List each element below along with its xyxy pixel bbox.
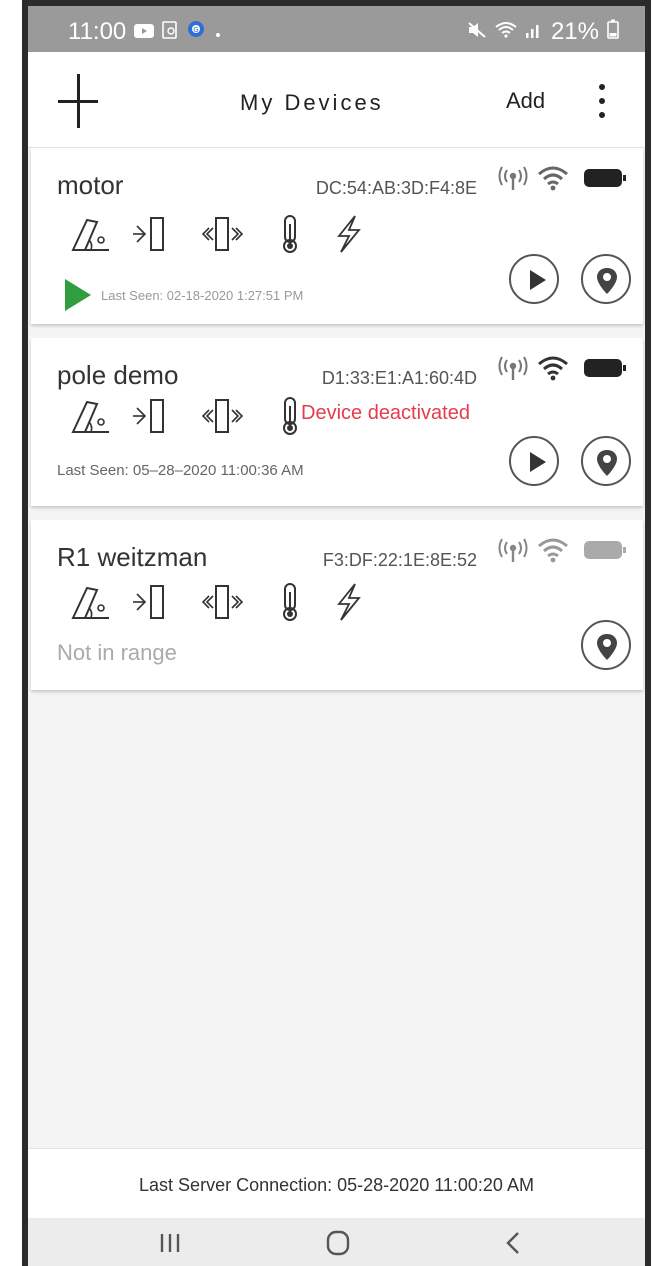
add-device-button[interactable]: Add: [506, 88, 545, 114]
home-icon[interactable]: [318, 1228, 358, 1258]
device-deactivated-text: Device deactivated: [301, 402, 470, 424]
app-bar: My Devices Add: [28, 52, 645, 148]
status-bar: 11:00 G 21%: [28, 0, 645, 52]
server-connection-text: Last Server Connection: 05-28-2020 11:00…: [139, 1175, 534, 1195]
settings-app-icon: G: [186, 18, 206, 46]
status-right: 21%: [467, 18, 619, 46]
tilt-icon: [71, 214, 109, 254]
device-mac: F3:DF:22:1E:8E:52: [322, 550, 477, 570]
broadcast-icon: [497, 356, 529, 382]
phone-screen: 11:00 G 21% My Devices Add motor DC:54:A…: [22, 0, 651, 1266]
vibration-icon: [201, 396, 244, 436]
status-play-icon: [65, 279, 91, 316]
device-mac: DC:54:AB:3D:F4:8E: [315, 178, 477, 198]
not-in-range-text: Not in range: [57, 640, 177, 665]
mute-icon: [467, 18, 487, 46]
dot-icon: [214, 18, 222, 46]
device-name: pole demo: [57, 360, 179, 390]
device-name: R1 weitzman: [57, 542, 208, 572]
battery-percent: 21%: [550, 18, 599, 45]
page-title: My Devices: [240, 90, 384, 115]
youtube-icon: [134, 18, 155, 46]
vibration-icon: [201, 582, 244, 622]
system-nav-bar: [28, 1218, 645, 1266]
broadcast-icon: [497, 166, 529, 192]
proximity-icon: [133, 396, 171, 436]
location-button[interactable]: [581, 620, 631, 670]
server-connection-footer: Last Server Connection: 05-28-2020 11:00…: [28, 1148, 645, 1218]
svg-text:G: G: [194, 26, 199, 34]
back-icon[interactable]: [494, 1228, 534, 1258]
play-button[interactable]: [509, 436, 559, 486]
location-button[interactable]: [581, 254, 631, 304]
device-card-r1-weitzman[interactable]: R1 weitzman F3:DF:22:1E:8E:52 Not in ran…: [31, 520, 643, 690]
tilt-icon: [71, 396, 109, 436]
proximity-icon: [133, 582, 171, 622]
wifi-icon: [537, 164, 569, 192]
lightning-icon: [333, 582, 371, 622]
battery-icon: [583, 540, 627, 560]
battery-icon: [583, 168, 627, 188]
battery-icon: [583, 358, 627, 378]
wifi-icon: [537, 536, 569, 564]
recent-apps-icon[interactable]: [150, 1228, 190, 1258]
tilt-icon: [71, 582, 109, 622]
plus-crosshair-icon[interactable]: [58, 74, 98, 128]
screenshot-icon: [162, 18, 178, 46]
proximity-icon: [133, 214, 171, 254]
lightning-icon: [333, 214, 371, 254]
last-seen: Last Seen: 05–28–2020 11:00:36 AM: [57, 462, 304, 479]
status-left: 11:00 G: [68, 18, 222, 46]
location-button[interactable]: [581, 436, 631, 486]
wifi-icon: [495, 18, 517, 46]
device-mac: D1:33:E1:A1:60:4D: [321, 368, 477, 388]
battery-icon: [607, 18, 619, 46]
broadcast-icon: [497, 538, 529, 564]
more-vert-icon[interactable]: [596, 84, 608, 120]
device-card-pole-demo[interactable]: pole demo D1:33:E1:A1:60:4D Device deact…: [31, 338, 643, 506]
signal-bars-icon: [525, 18, 543, 46]
status-time: 11:00: [68, 18, 127, 45]
wifi-icon: [537, 354, 569, 382]
thermometer-icon: [275, 582, 313, 622]
play-button[interactable]: [509, 254, 559, 304]
vibration-icon: [201, 214, 244, 254]
thermometer-icon: [275, 214, 313, 254]
device-name: motor: [57, 170, 124, 200]
last-seen: Last Seen: 02-18-2020 1:27:51 PM: [101, 288, 304, 303]
device-card-motor[interactable]: motor DC:54:AB:3D:F4:8E Last Seen: 02-18…: [31, 148, 643, 324]
